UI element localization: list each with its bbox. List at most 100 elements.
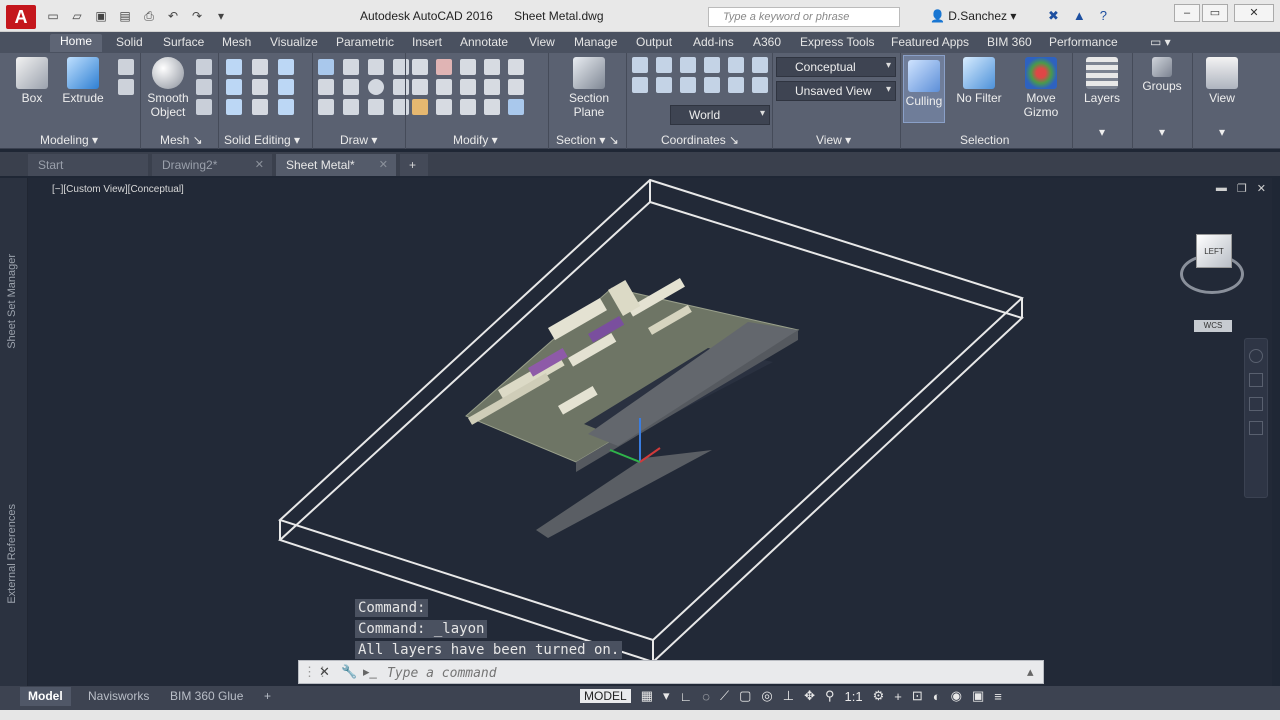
interfere-icon[interactable] xyxy=(252,79,268,95)
layers-button[interactable]: Layers ▾ xyxy=(1080,57,1124,139)
rotate-icon[interactable] xyxy=(508,59,524,75)
open-icon[interactable]: ▱ xyxy=(68,8,86,24)
expand-history-icon[interactable]: ▴ xyxy=(1027,664,1034,680)
new-icon[interactable]: ▭ xyxy=(44,8,62,24)
tab-express-tools[interactable]: Express Tools xyxy=(800,35,874,49)
steering-wheel-icon[interactable] xyxy=(1249,349,1263,363)
application-menu-button[interactable]: A xyxy=(6,5,36,29)
pan-icon[interactable] xyxy=(1249,373,1263,387)
ucs-object-icon[interactable] xyxy=(752,57,768,73)
tab-surface[interactable]: Surface xyxy=(163,35,204,49)
panel-draw[interactable]: Draw ▾ xyxy=(340,133,377,147)
tab-home[interactable]: Home xyxy=(50,34,103,52)
ribbon-toggle-icon[interactable]: ▭ ▾ xyxy=(1150,35,1171,49)
boundary-icon[interactable] xyxy=(393,99,409,115)
view-expand-icon[interactable]: ▾ xyxy=(1200,125,1244,139)
dynamic-ucs-icon[interactable]: ⊥ xyxy=(783,688,794,704)
wcs-menu[interactable]: WCS xyxy=(1194,320,1232,332)
panel-solid-editing[interactable]: Solid Editing ▾ xyxy=(224,133,300,147)
hatch-icon[interactable] xyxy=(393,79,409,95)
explode-icon[interactable] xyxy=(484,99,500,115)
ucs-previous-icon[interactable] xyxy=(752,77,768,93)
copy-icon[interactable] xyxy=(436,59,452,75)
model-space-toggle[interactable]: MODEL xyxy=(580,689,631,703)
viewcube[interactable]: LEFT xyxy=(1168,230,1256,296)
3d-osnap-icon[interactable]: ◎ xyxy=(761,688,772,704)
mirror-icon[interactable] xyxy=(484,59,500,75)
panel-selection[interactable]: Selection xyxy=(960,133,1009,147)
subtract-icon[interactable] xyxy=(226,79,242,95)
shell-icon[interactable] xyxy=(278,59,294,75)
polysolid-icon[interactable] xyxy=(118,79,134,95)
tab-view[interactable]: View xyxy=(529,35,555,49)
layers-expand-icon[interactable]: ▾ xyxy=(1080,125,1124,139)
tab-a360[interactable]: A360 xyxy=(753,35,781,49)
line-icon[interactable] xyxy=(318,59,334,75)
rectangle-icon[interactable] xyxy=(393,59,409,75)
plus-icon[interactable]: + xyxy=(894,689,902,704)
fillet-icon[interactable] xyxy=(508,79,524,95)
panel-section[interactable]: Section ▾ ↘ xyxy=(556,133,619,147)
drawing-viewport[interactable]: [−][Custom View][Conceptual] ▬ ❐ ✕ LEFT … xyxy=(28,178,1272,686)
stretch-icon[interactable] xyxy=(484,79,500,95)
erase-icon[interactable] xyxy=(412,99,428,115)
close-icon[interactable]: ✕ xyxy=(379,158,388,171)
ucs-icon[interactable] xyxy=(632,57,648,73)
ucs-3point-icon[interactable] xyxy=(632,77,648,93)
intersect-icon[interactable] xyxy=(226,99,242,115)
ucs-face-icon[interactable] xyxy=(680,77,696,93)
ortho-icon[interactable]: ∟ xyxy=(680,689,693,704)
union-icon[interactable] xyxy=(226,59,242,75)
separate-icon[interactable] xyxy=(278,79,294,95)
panel-coordinates[interactable]: Coordinates ↘ xyxy=(661,133,739,147)
zoom-icon[interactable] xyxy=(1249,397,1263,411)
box-button[interactable]: Box xyxy=(12,57,52,105)
extrude-button[interactable]: Extrude xyxy=(60,57,106,105)
tab-output[interactable]: Output xyxy=(636,35,672,49)
refine-mesh-icon[interactable] xyxy=(196,99,212,115)
new-tab-button[interactable]: + xyxy=(400,154,428,176)
maximize-button[interactable]: ▭ xyxy=(1202,4,1228,22)
customize-qat-icon[interactable]: ▾ xyxy=(212,8,230,24)
external-references-tab[interactable]: External References xyxy=(6,504,18,604)
ucs-y-icon[interactable] xyxy=(680,57,696,73)
clean-screen-icon[interactable]: ▣ xyxy=(972,688,984,704)
redo-icon[interactable]: ↷ xyxy=(188,8,206,24)
exchange-icon[interactable]: ✖ xyxy=(1048,8,1059,24)
add-layout-button[interactable]: + xyxy=(256,687,279,706)
workspace-icon[interactable]: ⊡ xyxy=(912,688,923,704)
snap-icon[interactable]: ▾ xyxy=(663,688,670,704)
ucs-z-icon[interactable] xyxy=(704,57,720,73)
layout-tab-navisworks[interactable]: Navisworks xyxy=(80,687,157,706)
tab-parametric[interactable]: Parametric xyxy=(336,35,394,49)
selection-filter-icon[interactable]: ✥ xyxy=(804,688,815,704)
presspull-icon[interactable] xyxy=(118,59,134,75)
tab-add-ins[interactable]: Add-ins xyxy=(693,35,734,49)
user-signin[interactable]: 👤 D.Sanchez ▾ xyxy=(930,9,1016,23)
fillet-edge-icon[interactable] xyxy=(252,99,268,115)
move-gizmo-button[interactable]: Move Gizmo xyxy=(1016,57,1066,119)
close-icon[interactable]: ✕ xyxy=(319,664,330,680)
recent-commands-icon[interactable]: ▸_ xyxy=(363,664,377,680)
ucs-x-icon[interactable] xyxy=(656,57,672,73)
orbit-icon[interactable] xyxy=(1249,421,1263,435)
a360-icon[interactable]: ▲ xyxy=(1073,8,1086,24)
trim-icon[interactable] xyxy=(412,59,428,75)
tab-bim360[interactable]: BIM 360 xyxy=(987,35,1032,49)
tab-visualize[interactable]: Visualize xyxy=(270,35,318,49)
align-icon[interactable] xyxy=(460,99,476,115)
polyline-icon[interactable] xyxy=(343,59,359,75)
ucs-zaxis-icon[interactable] xyxy=(704,77,720,93)
help-icon[interactable]: ? xyxy=(1100,8,1107,24)
save-as-icon[interactable]: ▤ xyxy=(116,8,134,24)
no-filter-button[interactable]: No Filter xyxy=(952,57,1006,105)
ucs-view-icon[interactable] xyxy=(728,57,744,73)
region-icon[interactable] xyxy=(343,99,359,115)
file-tab-drawing2[interactable]: Drawing2* ✕ xyxy=(152,154,272,176)
layout-tab-bim360-glue[interactable]: BIM 360 Glue xyxy=(162,687,251,706)
customize-icon[interactable]: 🔧 xyxy=(341,664,357,680)
construction-line-icon[interactable] xyxy=(343,79,359,95)
tab-insert[interactable]: Insert xyxy=(412,35,442,49)
panel-modify[interactable]: Modify ▾ xyxy=(453,133,498,147)
minimize-button[interactable]: – xyxy=(1174,4,1200,22)
